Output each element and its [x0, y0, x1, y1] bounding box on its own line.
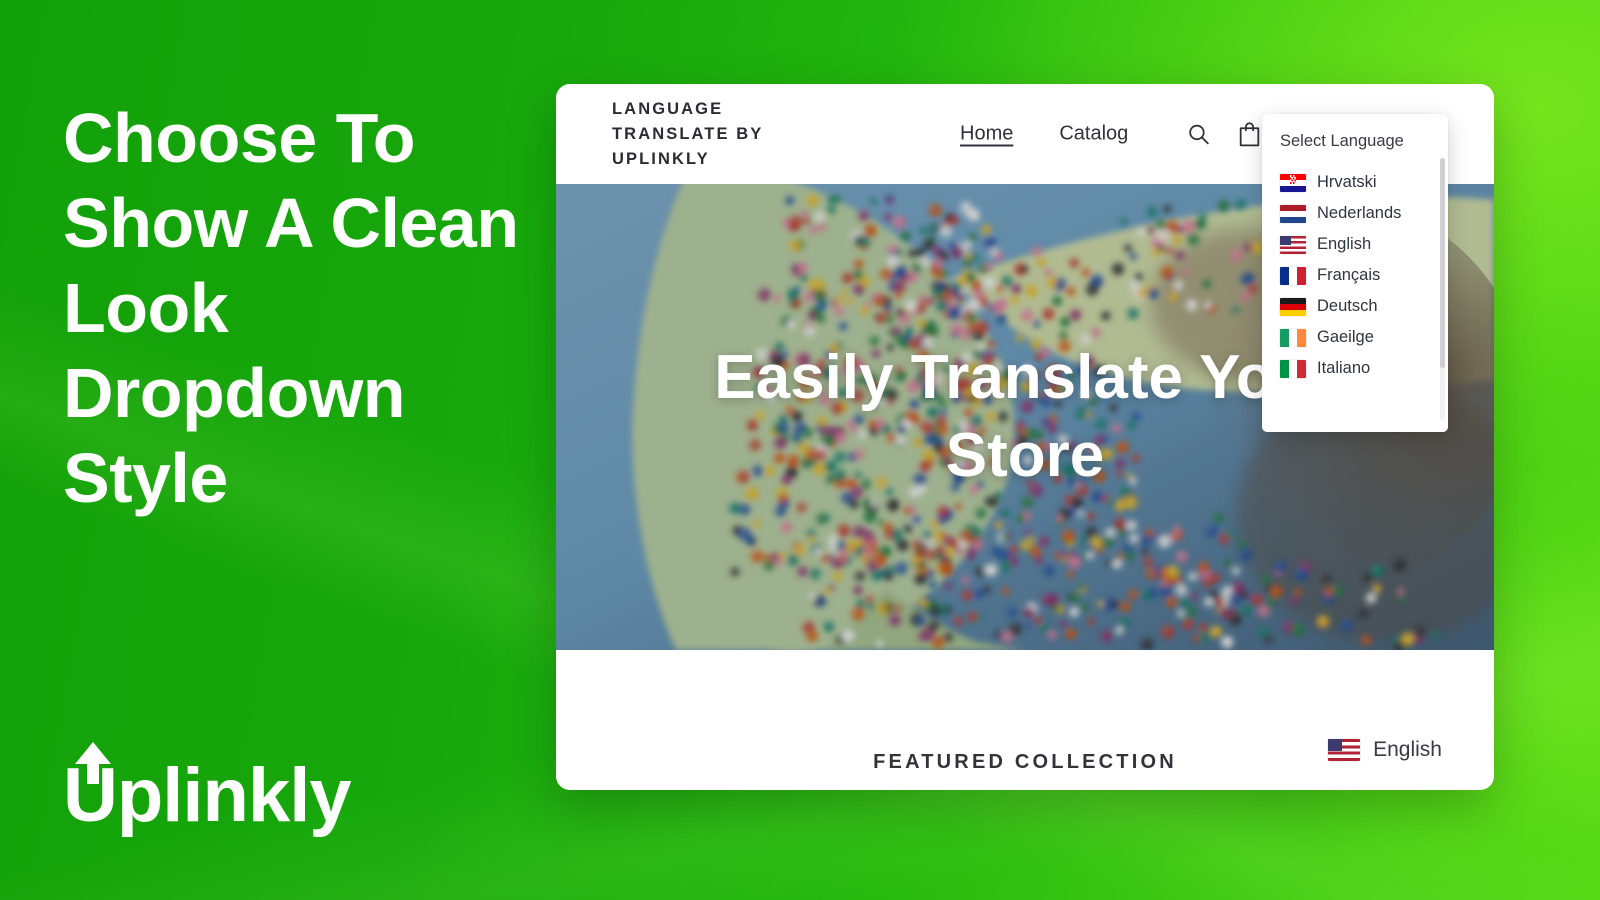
search-icon[interactable]	[1186, 122, 1211, 147]
flag-fr-icon	[1280, 266, 1306, 285]
dropdown-scrollbar-thumb[interactable]	[1440, 158, 1445, 368]
language-option-label: Deutsch	[1317, 297, 1378, 315]
shopping-bag-icon[interactable]	[1237, 121, 1262, 148]
flag-nl-icon	[1280, 204, 1306, 223]
flag-de-icon	[1280, 297, 1306, 316]
flag-ie-icon	[1280, 328, 1306, 347]
flag-us-icon	[1280, 235, 1306, 254]
language-option-de[interactable]: Deutsch	[1262, 291, 1448, 322]
language-option-label: Gaeilge	[1317, 328, 1374, 346]
language-option-label: English	[1317, 235, 1372, 253]
language-option-nl[interactable]: Nederlands	[1262, 198, 1448, 229]
featured-collection-title: FEATURED COLLECTION	[873, 751, 1177, 773]
language-option-it[interactable]: Italiano	[1262, 353, 1448, 384]
flag-it-icon	[1280, 359, 1306, 378]
language-option-us[interactable]: English	[1262, 229, 1448, 260]
language-option-label: Nederlands	[1317, 204, 1402, 222]
language-option-label: Italiano	[1317, 359, 1371, 377]
language-option-fr[interactable]: Français	[1262, 260, 1448, 291]
flag-hr-icon	[1280, 173, 1306, 192]
nav-link-home[interactable]: Home	[960, 123, 1013, 146]
language-option-label: Hrvatski	[1317, 173, 1377, 191]
language-dropdown-list: Hrvatski Nederlands English Français Deutsch…	[1262, 167, 1448, 384]
language-dropdown-panel[interactable]: Select Language Hrvatski Nederlands Englis…	[1262, 114, 1448, 432]
language-option-ie[interactable]: Gaeilge	[1262, 322, 1448, 353]
language-option-hr[interactable]: Hrvatski	[1262, 167, 1448, 198]
store-nav: Home Catalog	[960, 123, 1128, 146]
uplinkly-logo: Uplinkly	[63, 742, 352, 834]
store-title: LANGUAGE TRANSLATE BY UPLINKLY	[612, 99, 764, 168]
nav-link-catalog[interactable]: Catalog	[1059, 123, 1128, 146]
language-switcher-button[interactable]: English	[1328, 738, 1442, 762]
featured-collection-section: FEATURED COLLECTION	[556, 650, 1494, 790]
language-option-label: Français	[1317, 266, 1381, 284]
store-header-icons	[1186, 121, 1262, 148]
language-dropdown-title: Select Language	[1280, 132, 1404, 150]
promo-text-block: Choose To Show A Clean Look Dropdown Sty…	[63, 96, 533, 521]
flag-us-icon	[1328, 739, 1361, 761]
promo-headline: Choose To Show A Clean Look Dropdown Sty…	[63, 99, 519, 517]
language-switcher-label: English	[1373, 738, 1442, 761]
